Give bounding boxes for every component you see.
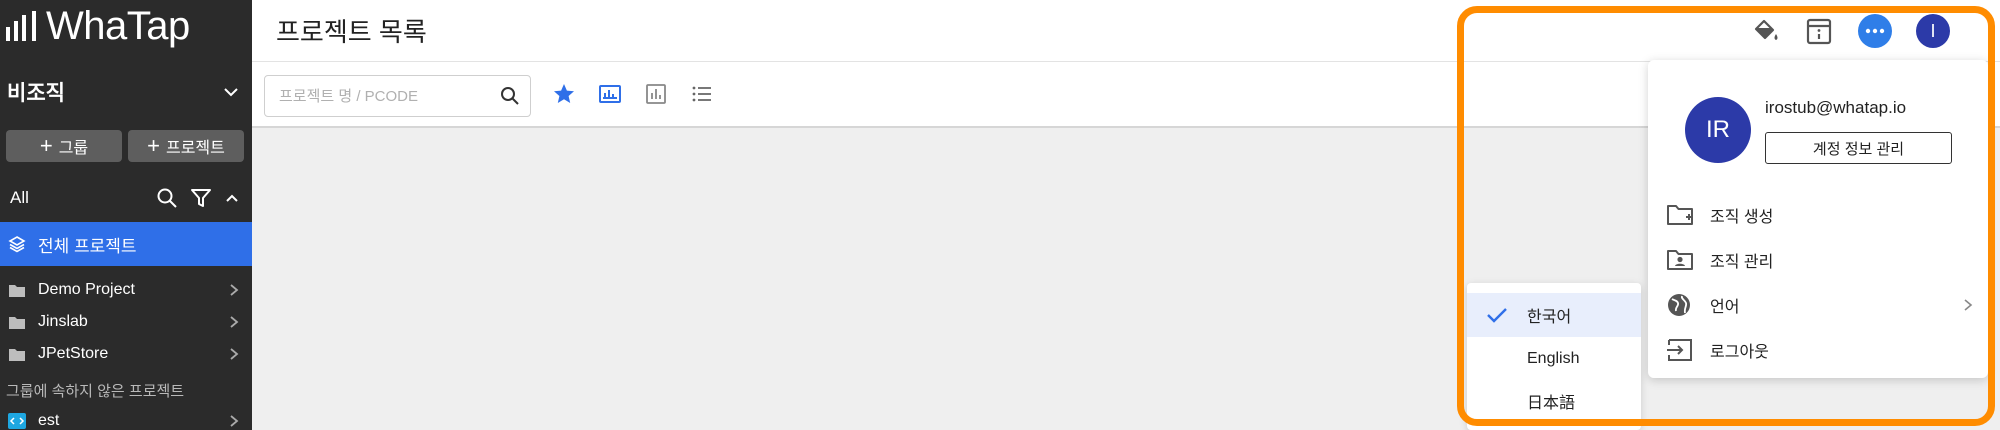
project-group-name: Jinslab	[38, 313, 88, 330]
code-icon	[8, 413, 26, 429]
language-menu-item[interactable]: 언어	[1666, 285, 1984, 325]
plus-icon: +	[39, 133, 53, 158]
filter-icon[interactable]	[190, 187, 212, 209]
all-projects-item[interactable]: 전체 프로젝트	[0, 222, 252, 266]
project-search-box	[264, 75, 531, 117]
language-label: 언어	[1710, 299, 1740, 316]
logout-menu-item[interactable]: 로그아웃	[1666, 330, 1984, 370]
ungrouped-section-label: 그룹에 속하지 않은 프로젝트	[6, 383, 185, 400]
paint-bucket-icon[interactable]	[1750, 16, 1780, 46]
chevron-right-icon	[230, 316, 239, 328]
notice-board-icon[interactable]	[1804, 16, 1834, 46]
chevron-right-icon	[230, 284, 239, 296]
project-search-input[interactable]	[279, 87, 500, 105]
project-group-name: Demo Project	[38, 281, 135, 298]
logout-icon	[1667, 339, 1692, 361]
chart-view-icon[interactable]	[644, 82, 668, 106]
chevron-right-icon	[230, 348, 239, 360]
list-view-icon[interactable]	[690, 82, 714, 106]
org-selector[interactable]: 비조직	[0, 70, 252, 114]
chevron-right-icon	[1964, 299, 1973, 311]
search-icon[interactable]	[156, 187, 178, 209]
folder-icon	[9, 348, 25, 361]
project-filter-row: All	[0, 182, 252, 214]
project-group-name: JPetStore	[38, 345, 109, 362]
chart-card-view-icon[interactable]	[598, 82, 622, 106]
sidebar: WhaTap 비조직 + 그룹 + 프로젝트 All 전체 프로젝트 Demo …	[0, 0, 252, 430]
project-group-item[interactable]: Jinslab	[0, 306, 252, 338]
create-org-menu-item[interactable]: 조직 생성	[1666, 195, 1984, 235]
project-group-list: Demo Project Jinslab JPetStore	[0, 274, 252, 370]
add-group-label: 그룹	[58, 140, 89, 157]
project-group-item[interactable]: JPetStore	[0, 338, 252, 370]
add-project-label: 프로젝트	[165, 140, 225, 157]
chevron-right-icon	[230, 415, 239, 427]
create-org-label: 조직 생성	[1710, 209, 1774, 226]
language-option-japanese[interactable]: 日本語	[1467, 379, 1641, 423]
page-header: 프로젝트 목록 I	[252, 0, 2000, 62]
plus-icon: +	[147, 133, 160, 158]
language-option-korean[interactable]: 한국어	[1467, 293, 1641, 337]
ungrouped-project-item[interactable]: est	[0, 408, 252, 430]
all-projects-label: 전체 프로젝트	[38, 236, 137, 256]
language-option-label: 한국어	[1527, 309, 1572, 326]
logout-label: 로그아웃	[1710, 344, 1769, 361]
chevron-up-icon[interactable]	[224, 190, 240, 206]
language-option-english[interactable]: English	[1467, 337, 1641, 381]
chat-support-icon[interactable]	[1858, 14, 1892, 48]
manage-org-label: 조직 관리	[1710, 254, 1774, 271]
filter-all-label: All	[10, 188, 29, 207]
language-submenu: 한국어 English 日本語	[1467, 283, 1641, 430]
search-icon[interactable]	[500, 86, 520, 106]
org-name: 비조직	[7, 82, 65, 105]
folder-plus-icon	[1667, 205, 1693, 225]
check-icon	[1487, 308, 1507, 323]
account-email: irostub@whatap.io	[1765, 98, 1907, 117]
account-avatar: IR	[1685, 97, 1751, 163]
add-group-button[interactable]: + 그룹	[6, 130, 122, 162]
manage-account-button[interactable]: 계정 정보 관리	[1765, 132, 1952, 164]
whatap-logo[interactable]: WhaTap	[6, 3, 190, 48]
logo-text: WhaTap	[46, 3, 190, 48]
chevron-down-icon	[224, 88, 238, 97]
favorite-star-icon[interactable]	[552, 82, 576, 106]
folder-icon	[9, 284, 25, 297]
account-dropdown: IR irostub@whatap.io 계정 정보 관리 조직 생성 조직 관…	[1648, 60, 1988, 378]
language-option-label: English	[1527, 350, 1580, 367]
add-project-button[interactable]: + 프로젝트	[128, 130, 244, 162]
folder-user-icon	[1667, 250, 1693, 270]
project-group-item[interactable]: Demo Project	[0, 274, 252, 306]
globe-icon	[1668, 294, 1690, 316]
logo-bars-icon	[6, 11, 36, 41]
folder-icon	[9, 316, 25, 329]
manage-org-menu-item[interactable]: 조직 관리	[1666, 240, 1984, 280]
page-title: 프로젝트 목록	[276, 17, 427, 47]
user-avatar-button[interactable]: I	[1916, 14, 1950, 48]
language-option-label: 日本語	[1527, 395, 1576, 412]
layers-icon	[8, 236, 26, 253]
ungrouped-project-name: est	[38, 412, 60, 429]
